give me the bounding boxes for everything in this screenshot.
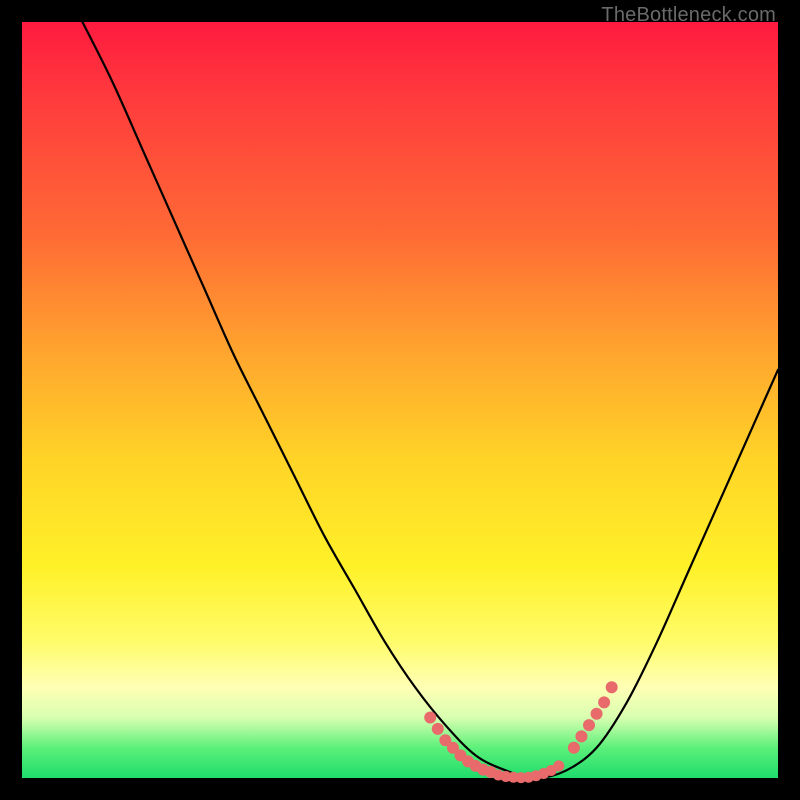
plot-area <box>22 22 778 778</box>
highlight-dot <box>606 681 618 693</box>
highlight-dot <box>553 760 564 771</box>
bottleneck-curve <box>82 22 778 778</box>
chart-frame: TheBottleneck.com <box>0 0 800 800</box>
curve-svg <box>22 22 778 778</box>
highlight-dot <box>583 719 595 731</box>
highlight-dot <box>575 730 587 742</box>
highlight-dot <box>568 742 580 754</box>
highlight-dots-bottom <box>493 760 564 783</box>
highlight-dot <box>432 723 444 735</box>
highlight-dots-right <box>568 681 618 753</box>
highlight-dot <box>598 696 610 708</box>
highlight-dot <box>591 708 603 720</box>
highlight-dots-left <box>424 712 496 778</box>
highlight-dot <box>424 712 436 724</box>
